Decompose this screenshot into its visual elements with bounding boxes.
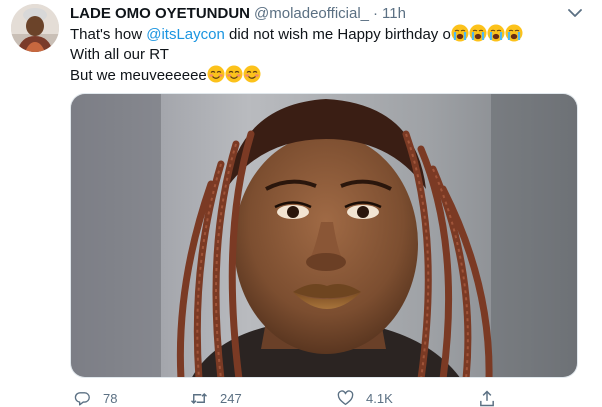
reply-button[interactable]: 78: [73, 388, 117, 407]
tweet-text-line-3: But we meuveeeeee: [70, 65, 580, 86]
share-button[interactable]: [478, 388, 496, 407]
display-name[interactable]: LADE OMO OYETUNDUN: [70, 4, 250, 24]
like-count: 4.1K: [366, 390, 393, 406]
retweet-icon: [190, 389, 208, 407]
heart-icon: [336, 389, 354, 407]
like-button[interactable]: 4.1K: [336, 388, 393, 407]
loudly-crying-face-icon: [505, 24, 523, 42]
separator-dot: ·: [373, 5, 379, 22]
avatar[interactable]: [11, 4, 59, 52]
reply-count: 78: [103, 390, 118, 406]
tweet-photo[interactable]: [70, 93, 578, 378]
tweet: LADE OMO OYETUNDUN @moladeofficial_ · 11…: [0, 0, 602, 407]
loudly-crying-face-icon: [469, 24, 487, 42]
user-handle[interactable]: @moladeofficial_: [254, 4, 369, 24]
text-line-3: But we meuveeeeee: [70, 67, 207, 84]
tweet-text-line-1: That's how @itsLaycon did not wish me Ha…: [70, 24, 580, 45]
loudly-crying-face-icon: [487, 24, 505, 42]
tweet-text: That's how @itsLaycon did not wish me Ha…: [70, 24, 580, 86]
loudly-crying-face-icon: [451, 24, 469, 42]
smiling-face-icon: [225, 65, 243, 83]
smiling-face-icon: [243, 65, 261, 83]
timestamp[interactable]: 11h: [382, 4, 406, 24]
reply-icon: [73, 389, 91, 407]
tweet-text-line-2: With all our RT: [70, 46, 169, 63]
more-options-chevron-icon[interactable]: [566, 6, 584, 20]
smiling-face-icon: [207, 65, 225, 83]
retweet-button[interactable]: 247: [190, 388, 242, 407]
tweet-header: LADE OMO OYETUNDUN @moladeofficial_ · 11…: [70, 4, 406, 24]
tweet-actions: 78 247 4.1K: [70, 388, 510, 407]
share-icon: [478, 389, 496, 407]
text-prefix: That's how: [70, 26, 147, 43]
text-suffix: did not wish me Happy birthday o: [224, 26, 451, 43]
retweet-count: 247: [220, 390, 242, 406]
mention-link[interactable]: @itsLaycon: [146, 26, 225, 43]
